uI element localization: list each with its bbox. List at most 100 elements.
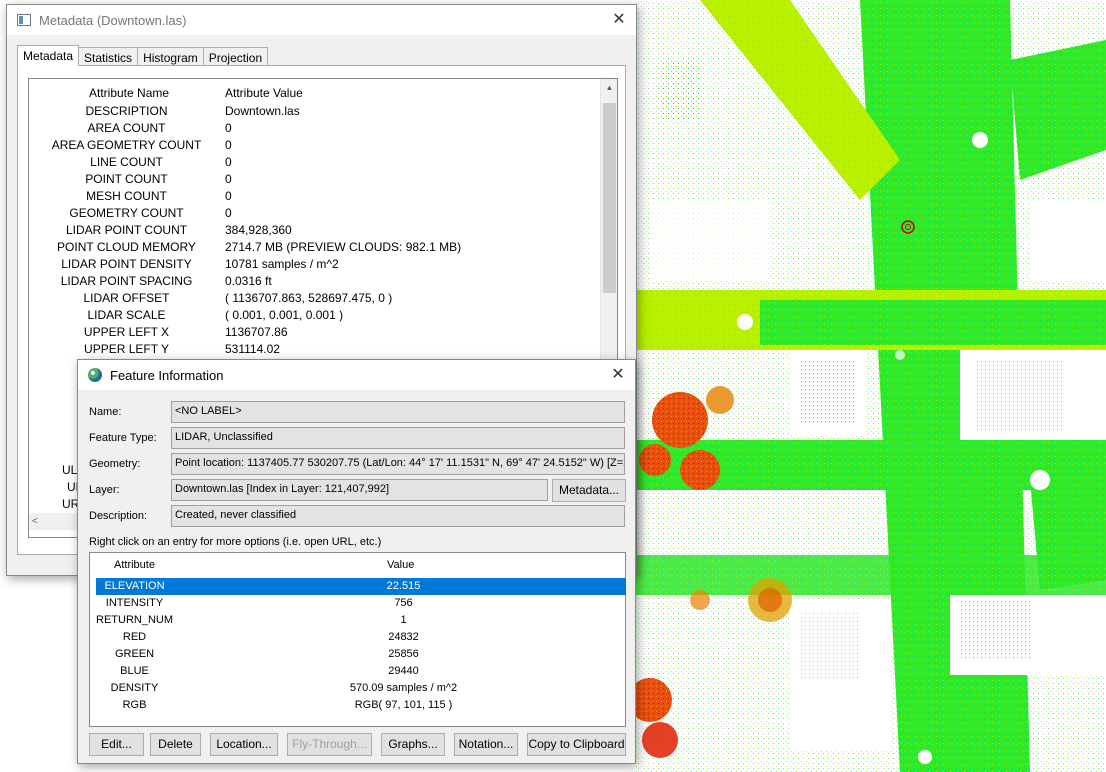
metadata-row[interactable]: DESCRIPTION Downtown.las bbox=[29, 102, 601, 119]
metadata-attribute-value: ( 1136707.863, 528697.475, 0 ) bbox=[225, 291, 393, 305]
metadata-row[interactable]: LIDAR POINT DENSITY 10781 samples / m^2 bbox=[29, 255, 601, 272]
metadata-row-fragment: UL bbox=[62, 463, 78, 477]
metadata-attribute-name: LINE COUNT bbox=[90, 155, 163, 169]
field-label: Geometry: bbox=[89, 458, 141, 470]
close-icon[interactable]: ✕ bbox=[608, 9, 630, 31]
attribute-value: 756 bbox=[394, 597, 413, 609]
copy-to-clipboard-button[interactable]: Copy to Clipboard bbox=[527, 733, 626, 756]
attribute-value: RGB( 97, 101, 115 ) bbox=[354, 699, 453, 711]
metadata-attribute-value: Downtown.las bbox=[225, 104, 300, 118]
metadata-attribute-value: 0 bbox=[225, 189, 232, 203]
column-header-attribute[interactable]: Attribute bbox=[114, 559, 155, 571]
window-icon bbox=[17, 14, 31, 26]
attribute-name: ELEVATION bbox=[104, 580, 165, 592]
feature-type-field[interactable]: LIDAR, Unclassified bbox=[171, 427, 625, 449]
metadata-attribute-name: POINT COUNT bbox=[85, 172, 168, 186]
field-label: Layer: bbox=[89, 484, 120, 496]
attribute-row[interactable]: GREEN 25856 bbox=[96, 646, 626, 663]
scrollbar-thumb[interactable] bbox=[603, 103, 616, 293]
metadata-row[interactable]: UPPER LEFT Y 531114.02 bbox=[29, 340, 601, 357]
attribute-row[interactable]: INTENSITY 756 bbox=[96, 595, 626, 612]
metadata-row[interactable]: LINE COUNT 0 bbox=[29, 153, 601, 170]
metadata-row[interactable]: LIDAR SCALE ( 0.001, 0.001, 0.001 ) bbox=[29, 306, 601, 323]
close-icon[interactable]: ✕ bbox=[607, 364, 629, 386]
metadata-tabs: Metadata Statistics Histogram Projection bbox=[17, 45, 269, 66]
metadata-attribute-name: POINT CLOUD MEMORY bbox=[57, 240, 196, 254]
geometry-field[interactable]: Point location: 1137405.77 530207.75 (La… bbox=[171, 453, 625, 475]
attribute-row[interactable]: ELEVATION 22.515 bbox=[96, 578, 626, 595]
metadata-row[interactable]: POINT CLOUD MEMORY 2714.7 MB (PREVIEW CLO… bbox=[29, 238, 601, 255]
globe-icon bbox=[88, 368, 102, 382]
metadata-row[interactable]: LIDAR OFFSET ( 1136707.863, 528697.475, 0… bbox=[29, 289, 601, 306]
metadata-row[interactable]: AREA GEOMETRY COUNT 0 bbox=[29, 136, 601, 153]
metadata-attribute-name: LIDAR SCALE bbox=[87, 308, 166, 322]
tab-projection[interactable]: Projection bbox=[202, 47, 269, 66]
metadata-attribute-value: ( 0.001, 0.001, 0.001 ) bbox=[225, 308, 344, 322]
description-field[interactable]: Created, never classified bbox=[171, 505, 625, 527]
layer-field[interactable]: Downtown.las [Index in Layer: 121,407,99… bbox=[171, 479, 548, 501]
notation-button[interactable]: Notation... bbox=[454, 733, 518, 756]
metadata-row[interactable]: LIDAR POINT SPACING 0.0316 ft bbox=[29, 272, 601, 289]
attribute-row[interactable]: BLUE 29440 bbox=[96, 663, 626, 680]
attribute-value: 24832 bbox=[388, 631, 419, 643]
metadata-row[interactable]: AREA COUNT 0 bbox=[29, 119, 601, 136]
feature-attribute-list[interactable]: Attribute Value ELEVATION 22.515 INTENSITY… bbox=[89, 552, 626, 727]
tab-statistics[interactable]: Statistics bbox=[78, 47, 139, 66]
metadata-attribute-name: GEOMETRY COUNT bbox=[69, 206, 184, 220]
attribute-value: 29440 bbox=[388, 665, 419, 677]
attribute-row[interactable]: RGB RGB( 97, 101, 115 ) bbox=[96, 697, 626, 714]
metadata-attribute-value: 0 bbox=[225, 206, 232, 220]
metadata-attribute-value: 0 bbox=[225, 155, 232, 169]
attribute-row[interactable]: DENSITY 570.09 samples / m^2 bbox=[96, 680, 626, 697]
chevron-left-icon[interactable]: < bbox=[32, 513, 38, 530]
attribute-name: BLUE bbox=[120, 665, 149, 677]
field-geometry-row: Geometry: Point location: 1137405.77 530… bbox=[78, 452, 637, 476]
metadata-attribute-value: 0 bbox=[225, 172, 232, 186]
metadata-attribute-name: UPPER LEFT Y bbox=[84, 342, 169, 356]
metadata-window-title: Metadata (Downtown.las) bbox=[39, 12, 187, 28]
metadata-row[interactable]: MESH COUNT 0 bbox=[29, 187, 601, 204]
metadata-row[interactable]: UPPER LEFT X 1136707.86 bbox=[29, 323, 601, 340]
tab-histogram[interactable]: Histogram bbox=[137, 47, 204, 66]
metadata-attribute-value: 531114.02 bbox=[225, 342, 280, 356]
attribute-value: 1 bbox=[400, 614, 407, 626]
attribute-name: DENSITY bbox=[110, 682, 159, 694]
feature-information-window[interactable]: Feature Information ✕ Name: <NO LABEL> F… bbox=[77, 359, 636, 764]
metadata-list-header: Attribute Name Attribute Value bbox=[29, 84, 601, 102]
attribute-name: RGB bbox=[122, 699, 147, 711]
metadata-row[interactable]: POINT COUNT 0 bbox=[29, 170, 601, 187]
location-button[interactable]: Location... bbox=[210, 733, 278, 756]
name-field[interactable]: <NO LABEL> bbox=[171, 401, 625, 423]
feature-titlebar[interactable]: Feature Information ✕ bbox=[78, 360, 635, 390]
metadata-row[interactable]: LIDAR POINT COUNT 384,928,360 bbox=[29, 221, 601, 238]
attribute-name: RED bbox=[122, 631, 147, 643]
field-feature-type-row: Feature Type: LIDAR, Unclassified bbox=[78, 426, 637, 450]
attribute-row[interactable]: RETURN_NUM 1 bbox=[96, 612, 626, 629]
field-name-row: Name: <NO LABEL> bbox=[78, 400, 637, 424]
column-header-attribute-value[interactable]: Attribute Value bbox=[225, 86, 303, 100]
edit-button[interactable]: Edit... bbox=[89, 733, 144, 756]
delete-button[interactable]: Delete bbox=[150, 733, 201, 756]
column-header-value[interactable]: Value bbox=[387, 559, 414, 571]
metadata-button[interactable]: Metadata... bbox=[552, 479, 626, 502]
field-description-row: Description: Created, never classified bbox=[78, 504, 637, 528]
fly-through-button[interactable]: Fly-Through... bbox=[287, 733, 372, 756]
metadata-titlebar[interactable]: Metadata (Downtown.las) ✕ bbox=[7, 5, 636, 35]
scroll-up-icon[interactable]: ▲ bbox=[601, 79, 617, 96]
metadata-row[interactable]: GEOMETRY COUNT 0 bbox=[29, 204, 601, 221]
metadata-attribute-value: 0.0316 ft bbox=[225, 274, 272, 288]
tab-metadata[interactable]: Metadata bbox=[17, 45, 80, 66]
feature-window-title: Feature Information bbox=[110, 367, 224, 383]
field-label: Description: bbox=[89, 510, 148, 522]
metadata-attribute-value: 1136707.86 bbox=[225, 325, 288, 339]
attribute-name: RETURN_NUM bbox=[96, 614, 173, 626]
column-header-attribute-name[interactable]: Attribute Name bbox=[89, 86, 169, 100]
metadata-attribute-name: AREA COUNT bbox=[87, 121, 166, 135]
metadata-attribute-name: UPPER LEFT X bbox=[83, 325, 170, 339]
metadata-attribute-name: DESCRIPTION bbox=[85, 104, 168, 118]
graphs-button[interactable]: Graphs... bbox=[381, 733, 445, 756]
field-label: Feature Type: bbox=[89, 432, 157, 444]
attribute-row[interactable]: RED 24832 bbox=[96, 629, 626, 646]
attribute-list-header: Attribute Value bbox=[90, 559, 625, 575]
attribute-value: 22.515 bbox=[386, 580, 421, 592]
